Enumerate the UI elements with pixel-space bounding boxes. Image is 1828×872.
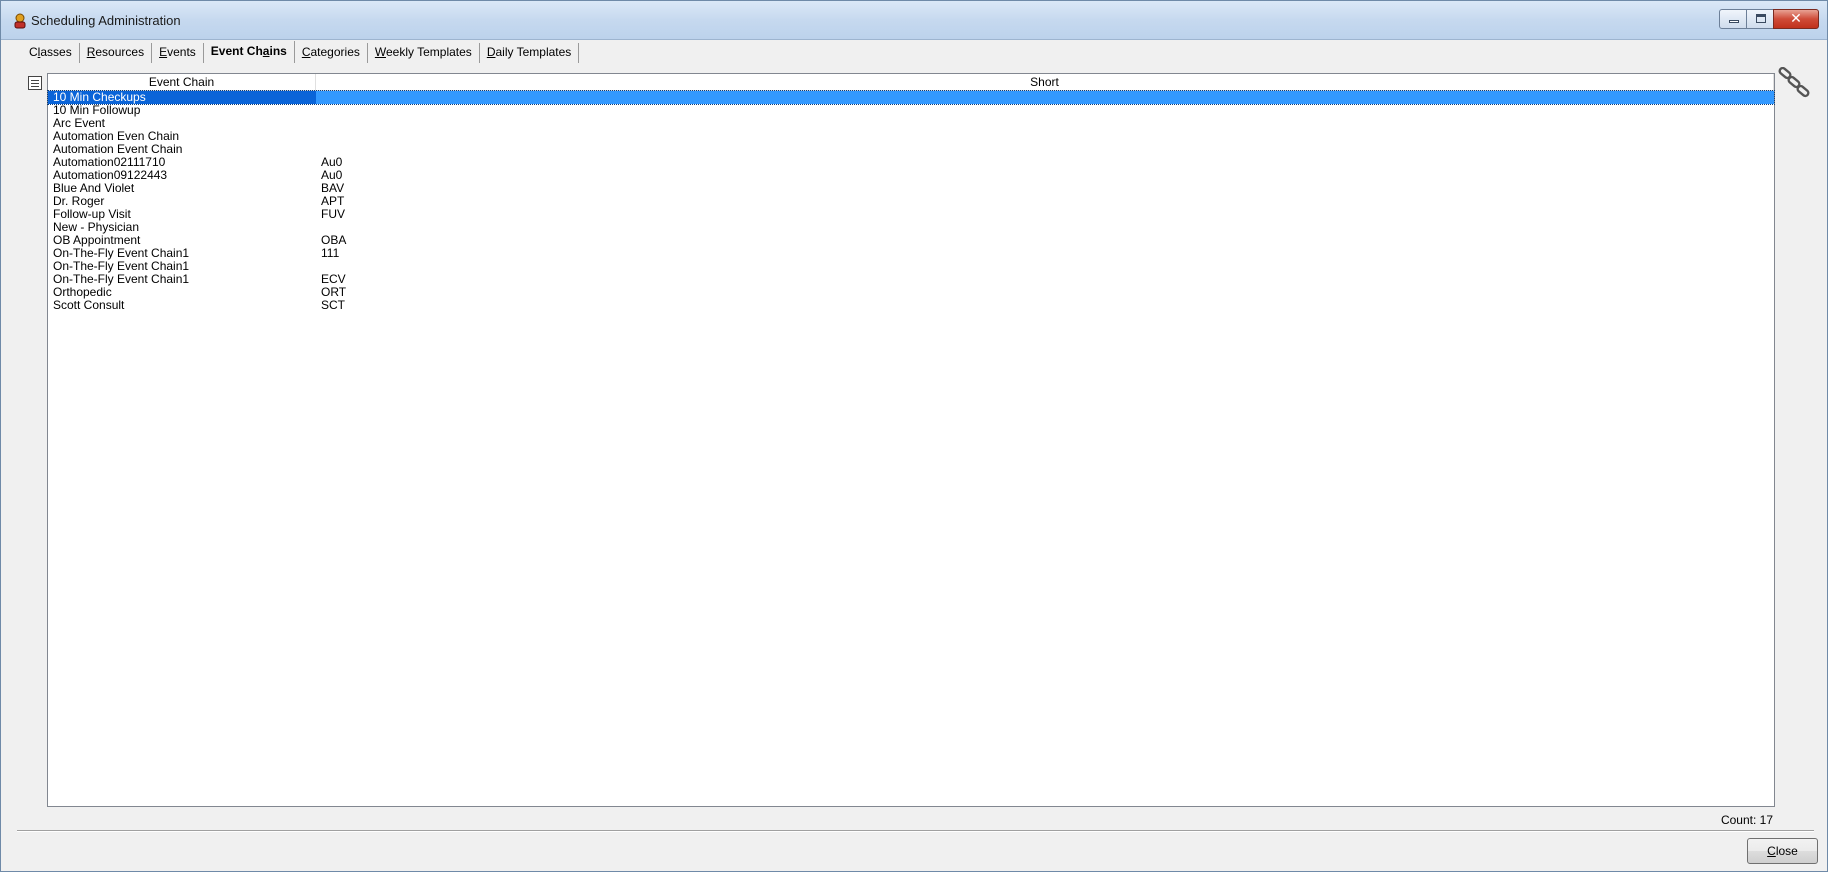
table-row[interactable]: Orthopedic ORT	[48, 286, 1774, 299]
cell-event-chain: 10 Min Checkups	[48, 91, 316, 104]
cell-event-chain: On-The-Fly Event Chain1	[53, 247, 190, 260]
table-row[interactable]: OB Appointment OBA	[48, 234, 1774, 247]
column-header-short[interactable]: Short	[316, 74, 1774, 90]
table-row[interactable]: Blue And Violet BAV	[48, 182, 1774, 195]
cell-event-chain: 10 Min Followup	[53, 104, 141, 117]
footer-divider	[17, 830, 1814, 832]
tab-weekly-templates[interactable]: Weekly Templates	[368, 43, 480, 63]
cell-event-chain: Automation02111710	[53, 156, 166, 169]
table-row[interactable]: Automation Even Chain	[48, 130, 1774, 143]
cell-short: BAV	[321, 182, 345, 195]
cell-short: APT	[321, 195, 345, 208]
tab-classes[interactable]: Classes	[22, 43, 80, 63]
grid-header: Event Chain Short	[48, 74, 1774, 91]
close-button-label-part: C	[1767, 844, 1776, 858]
count-label: Count: 17	[1720, 813, 1773, 827]
table-row[interactable]: Follow-up Visit FUV	[48, 208, 1774, 221]
cell-event-chain: Dr. Roger	[53, 195, 105, 208]
window-controls: ✕	[1719, 9, 1819, 29]
close-icon: ✕	[1790, 11, 1802, 27]
cell-short: SCT	[321, 299, 345, 312]
window-title: Scheduling Administration	[31, 13, 181, 28]
cell-short	[316, 221, 1774, 234]
event-chain-grid[interactable]: Event Chain Short 10 Min Checkups 10 Min …	[47, 73, 1775, 807]
cell-short	[316, 104, 1774, 117]
table-row[interactable]: New - Physician	[48, 221, 1774, 234]
cell-short: OBA	[321, 234, 347, 247]
minimize-icon	[1729, 20, 1739, 23]
tab-daily-templates[interactable]: Daily Templates	[480, 43, 580, 63]
cell-event-chain: Scott Consult	[53, 299, 125, 312]
tab-label-part: Event Ch	[210, 44, 263, 58]
table-row[interactable]: Dr. Roger APT	[48, 195, 1774, 208]
cell-event-chain: Arc Event	[53, 117, 106, 130]
cell-short: ORT	[321, 286, 347, 299]
close-button[interactable]: Close	[1747, 838, 1818, 864]
tab-label-part: ins	[269, 44, 287, 58]
tab-categories[interactable]: Categories	[295, 43, 368, 63]
tab-label-part: aily Templates	[495, 45, 572, 59]
tab-label-part: ategories	[310, 45, 360, 59]
cell-event-chain: Orthopedic	[53, 286, 112, 299]
cell-short	[316, 130, 1774, 143]
cell-event-chain: On-The-Fly Event Chain1	[53, 260, 190, 273]
tab-label-accelerator: E	[159, 45, 168, 59]
table-row[interactable]: Automation Event Chain	[48, 143, 1774, 156]
grid-menu-icon[interactable]	[28, 76, 42, 90]
cell-event-chain: Automation09122443	[53, 169, 168, 182]
tab-events[interactable]: Events	[152, 43, 204, 63]
maximize-button[interactable]	[1746, 9, 1774, 29]
cell-event-chain: Blue And Violet	[53, 182, 135, 195]
close-button-label-part: lose	[1775, 844, 1798, 858]
table-row[interactable]: 10 Min Followup	[48, 104, 1774, 117]
tab-label-part: asses	[40, 45, 72, 59]
cell-short: Au0	[321, 169, 343, 182]
table-row[interactable]: Arc Event	[48, 117, 1774, 130]
cell-short: Au0	[321, 156, 343, 169]
tab-label-part: eekly Templates	[385, 45, 472, 59]
table-row[interactable]: Automation02111710 Au0	[48, 156, 1774, 169]
grid-body: 10 Min Checkups 10 Min Followup Arc Event A…	[47, 90, 1775, 312]
cell-short	[316, 260, 1774, 273]
app-icon	[14, 13, 26, 29]
tab-label-accelerator: W	[374, 45, 386, 59]
cell-short: ECV	[321, 273, 346, 286]
title-bar[interactable]: Scheduling Administration ✕	[1, 1, 1827, 40]
cell-event-chain: OB Appointment	[53, 234, 141, 247]
table-row[interactable]: 10 Min Checkups	[47, 90, 1775, 105]
minimize-button[interactable]	[1719, 9, 1747, 29]
scheduling-admin-window: Scheduling Administration ✕ Classes Resou…	[0, 0, 1828, 872]
table-row[interactable]: On-The-Fly Event Chain1 ECV	[48, 273, 1774, 286]
cell-event-chain: New - Physician	[53, 221, 140, 234]
cell-event-chain: Automation Even Chain	[53, 130, 180, 143]
tab-resources[interactable]: Resources	[80, 43, 153, 63]
tab-label-part: C	[29, 45, 38, 59]
chain-link-icon[interactable]	[1777, 67, 1815, 103]
tab-strip: Classes Resources Events Event Chains Catego…	[22, 41, 580, 63]
tab-label-part: vents	[167, 45, 196, 59]
cell-event-chain: Automation Event Chain	[53, 143, 183, 156]
table-row[interactable]: Scott Consult SCT	[48, 299, 1774, 312]
tab-label-part: esources	[95, 45, 145, 59]
cell-event-chain: Follow-up Visit	[53, 208, 131, 221]
cell-short	[316, 143, 1774, 156]
cell-short: FUV	[321, 208, 345, 221]
cell-short	[316, 91, 1774, 104]
tab-label-accelerator: C	[301, 45, 311, 59]
cell-short	[316, 117, 1774, 130]
table-row[interactable]: On-The-Fly Event Chain1 111	[48, 247, 1774, 260]
cell-event-chain: On-The-Fly Event Chain1	[53, 273, 190, 286]
tab-event-chains[interactable]: Event Chains	[204, 41, 295, 63]
cell-short: 111	[321, 247, 340, 260]
table-row[interactable]: Automation09122443 Au0	[48, 169, 1774, 182]
maximize-icon	[1756, 14, 1766, 23]
column-header-event-chain[interactable]: Event Chain	[48, 74, 316, 90]
table-row[interactable]: On-The-Fly Event Chain1	[48, 260, 1774, 273]
close-window-button[interactable]: ✕	[1773, 9, 1819, 29]
